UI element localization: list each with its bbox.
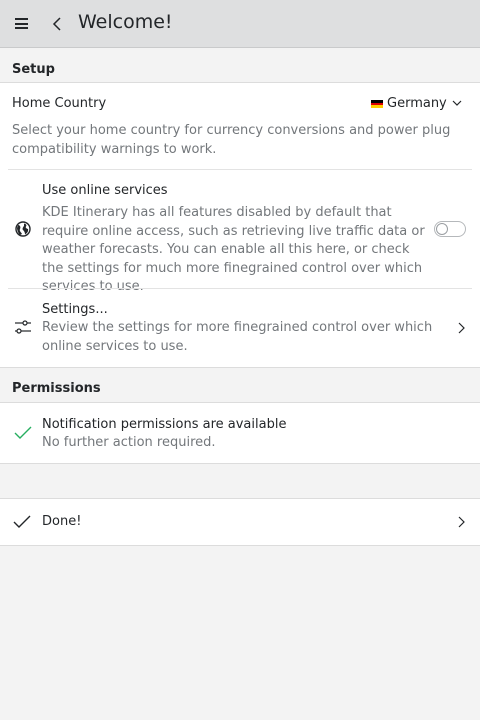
back-arrow-icon[interactable] [50,14,66,34]
home-country-label: Home Country [12,96,107,111]
settings-row[interactable]: Settings... Review the settings for more… [0,289,480,367]
settings-description: Review the settings for more finegrained… [42,320,433,354]
online-services-label: Use online services [42,183,168,198]
home-country-description: Select your home country for currency co… [12,123,451,157]
notification-permission-label: Notification permissions are available [42,417,287,432]
notification-permission-status: No further action required. [42,435,216,450]
header-bar: Welcome! [0,0,480,48]
check-icon [13,515,31,528]
chevron-right-icon [458,516,465,528]
globe-icon [15,221,31,237]
settings-label: Settings... [42,302,108,317]
page-title: Welcome! [78,11,173,33]
chevron-right-icon [458,322,465,334]
section-title-setup: Setup [12,62,55,77]
home-country-select[interactable]: Germany [366,92,470,116]
section-title-permissions: Permissions [12,381,101,396]
sliders-icon [15,320,31,334]
chevron-down-icon [452,100,462,106]
checkmark-icon [14,426,32,439]
permissions-card: Notification permissions are available N… [0,402,480,464]
online-services-toggle[interactable] [434,221,466,237]
online-services-description: KDE Itinerary has all features disabled … [42,205,425,294]
germany-flag-icon [371,100,383,108]
hamburger-menu-icon[interactable] [15,18,28,29]
toggle-knob [436,223,448,235]
done-button[interactable]: Done! [0,498,480,546]
done-label: Done! [42,514,82,529]
online-services-row[interactable]: Use online services KDE Itinerary has al… [0,170,480,294]
home-country-value: Germany [387,96,447,111]
